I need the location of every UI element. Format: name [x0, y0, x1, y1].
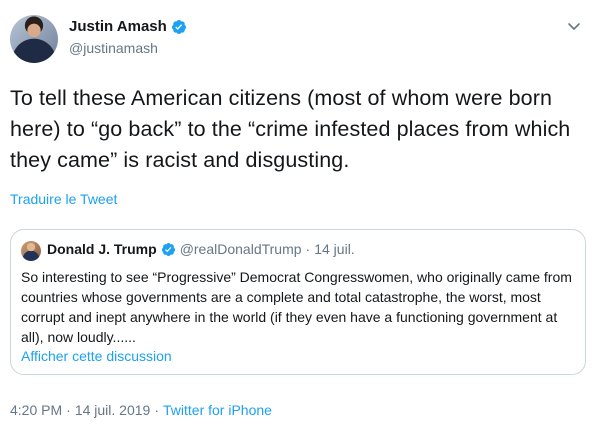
author-handle[interactable]: @justinamash: [69, 40, 158, 56]
tweet-date[interactable]: 14 juil. 2019: [75, 402, 151, 418]
translate-tweet-link[interactable]: Traduire le Tweet: [10, 191, 117, 207]
tweet-source-link[interactable]: Twitter for iPhone: [163, 402, 272, 418]
show-thread-link[interactable]: Afficher cette discussion: [21, 348, 172, 364]
author-name-row: Justin Amash: [69, 18, 187, 35]
tweet-time[interactable]: 4:20 PM: [10, 402, 62, 418]
separator-dot: ·: [66, 402, 71, 418]
separator-dot: ·: [305, 241, 311, 257]
verified-icon: [161, 242, 176, 257]
quoted-tweet-header: Donald J. Trump @realDonaldTrump · 14 ju…: [47, 241, 355, 257]
tweet-card: Justin Amash @justinamash To tell these …: [0, 0, 596, 431]
quoted-tweet-date: 14 juil.: [314, 241, 355, 257]
quoted-author-avatar: [21, 241, 41, 261]
author-name[interactable]: Justin Amash: [69, 18, 167, 35]
quoted-tweet[interactable]: Donald J. Trump @realDonaldTrump · 14 ju…: [10, 229, 586, 375]
separator-dot: ·: [154, 402, 159, 418]
quoted-tweet-text: So interesting to see “Progressive” Demo…: [21, 269, 572, 345]
tweet-text: To tell these American citizens (most of…: [10, 86, 571, 172]
quoted-author-name: Donald J. Trump: [47, 241, 157, 257]
verified-icon: [171, 19, 187, 35]
chevron-down-icon[interactable]: [566, 18, 582, 34]
quoted-author-handle: @realDonaldTrump: [179, 241, 302, 257]
author-avatar[interactable]: [10, 15, 58, 63]
tweet-meta: 4:20 PM · 14 juil. 2019 · Twitter for iP…: [10, 402, 272, 418]
